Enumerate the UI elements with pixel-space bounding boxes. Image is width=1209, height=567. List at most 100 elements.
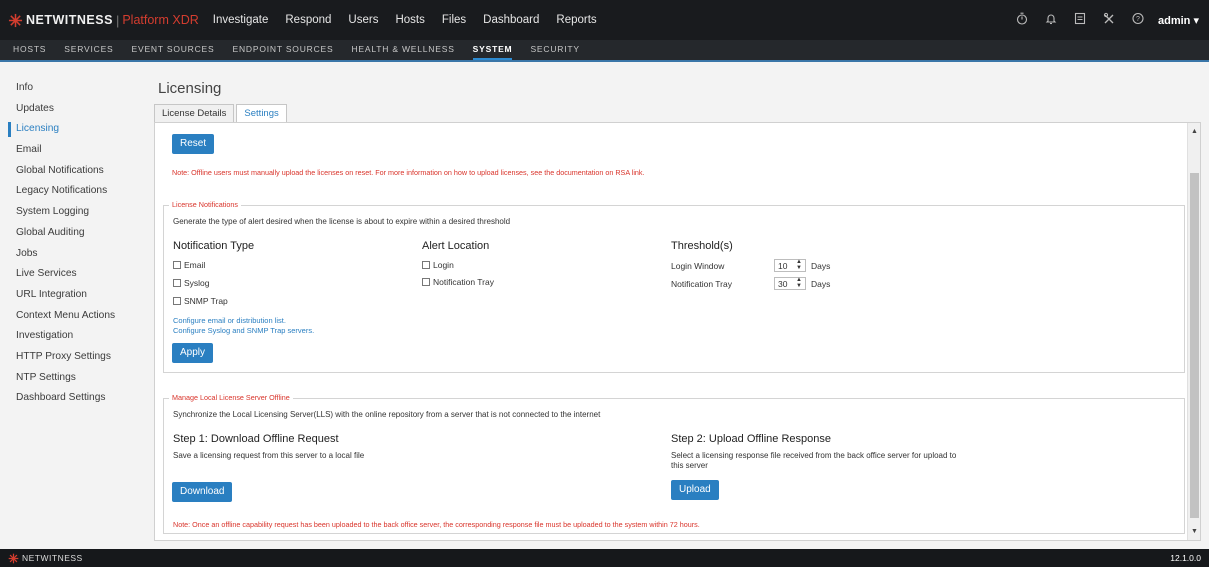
licensing-tabs: License Details Settings [154, 104, 289, 123]
subnav-security[interactable]: SECURITY [530, 40, 579, 60]
license-notifications-description: Generate the type of alert desired when … [173, 217, 511, 226]
main-nav-reports[interactable]: Reports [556, 14, 596, 26]
subnav-hosts[interactable]: HOSTS [13, 40, 46, 60]
login-checkbox-label: Login [433, 260, 454, 270]
checkbox-icon [173, 297, 181, 305]
offline-note: Note: Once an offline capability request… [173, 520, 700, 529]
email-checkbox[interactable]: Email [173, 260, 205, 270]
main-nav-users[interactable]: Users [348, 14, 378, 26]
configure-email-link[interactable]: Configure email or distribution list. [173, 316, 286, 325]
notification-tray-threshold-label: Notification Tray [671, 279, 732, 289]
apply-button[interactable]: Apply [172, 343, 214, 363]
sidebar-item-global-auditing[interactable]: Global Auditing [8, 223, 143, 244]
subnav-services[interactable]: SERVICES [64, 40, 113, 60]
sidebar-item-dashboard-settings[interactable]: Dashboard Settings [8, 388, 143, 409]
sidebar-item-system-logging[interactable]: System Logging [8, 202, 143, 223]
help-icon[interactable]: ? [1126, 12, 1150, 28]
sidebar-item-legacy-notifications[interactable]: Legacy Notifications [8, 181, 143, 202]
footer-brand-name: NETWITNESS [22, 553, 83, 563]
netwitness-logo-icon [8, 553, 19, 563]
bell-icon[interactable] [1039, 12, 1063, 28]
license-notifications-section: License Notifications Generate the type … [163, 200, 1185, 373]
download-button[interactable]: Download [172, 482, 233, 502]
footer-brand: NETWITNESS [8, 553, 83, 564]
reset-button[interactable]: Reset [172, 134, 215, 154]
scroll-down-icon[interactable]: ▼ [1188, 528, 1200, 535]
login-window-stepper[interactable]: 10 ▲ ▼ [774, 259, 806, 272]
notification-tray-checkbox-label: Notification Tray [433, 277, 494, 287]
notification-type-heading: Notification Type [173, 240, 255, 252]
checkbox-icon [422, 261, 430, 269]
offline-section-legend: Manage Local License Server Offline [169, 393, 293, 402]
notification-tray-unit: Days [811, 279, 831, 289]
sidebar-item-jobs[interactable]: Jobs [8, 244, 143, 265]
subnav-system[interactable]: SYSTEM [472, 40, 513, 60]
upload-button[interactable]: Upload [671, 480, 719, 500]
login-window-label: Login Window [671, 261, 725, 271]
sidebar-item-investigation[interactable]: Investigation [8, 326, 143, 347]
subnav-endpoint-sources[interactable]: ENDPOINT SOURCES [233, 40, 334, 60]
stepper-arrows-icon[interactable]: ▲ ▼ [796, 277, 802, 289]
offline-section-description: Synchronize the Local Licensing Server(L… [173, 410, 601, 419]
syslog-checkbox-label: Syslog [184, 278, 210, 288]
main-nav-files[interactable]: Files [442, 14, 466, 26]
syslog-checkbox[interactable]: Syslog [173, 278, 210, 288]
sidebar-item-global-notifications[interactable]: Global Notifications [8, 161, 143, 182]
version-label: 12.1.0.0 [1170, 553, 1201, 563]
sidebar-item-http-proxy-settings[interactable]: HTTP Proxy Settings [8, 347, 143, 368]
step2-description-line2: this server [671, 461, 708, 470]
tab-license-details[interactable]: License Details [154, 104, 235, 123]
offline-license-server-section: Manage Local License Server Offline Sync… [163, 393, 1185, 534]
page-title: Licensing [158, 80, 222, 97]
scroll-thumb[interactable] [1190, 173, 1199, 518]
notes-icon[interactable] [1068, 12, 1092, 28]
stepper-arrows-icon[interactable]: ▲ ▼ [796, 259, 802, 271]
notification-tray-stepper[interactable]: 30 ▲ ▼ [774, 277, 806, 290]
main-nav-respond[interactable]: Respond [285, 14, 331, 26]
sidebar-item-info[interactable]: Info [8, 78, 143, 99]
main-nav: Investigate Respond Users Hosts Files Da… [213, 14, 614, 26]
system-sidebar: Info Updates Licensing Email Global Noti… [8, 78, 143, 409]
chevron-down-icon: ▾ [1193, 14, 1199, 27]
sidebar-item-live-services[interactable]: Live Services [8, 264, 143, 285]
brand[interactable]: NETWITNESS | Platform XDR [0, 0, 199, 40]
top-navigation-bar: NETWITNESS | Platform XDR Investigate Re… [0, 0, 1209, 40]
sidebar-item-url-integration[interactable]: URL Integration [8, 285, 143, 306]
scroll-up-icon[interactable]: ▲ [1188, 128, 1200, 135]
snmp-trap-checkbox-label: SNMP Trap [184, 296, 228, 306]
subnav-event-sources[interactable]: EVENT SOURCES [132, 40, 215, 60]
notification-tray-value: 30 [778, 278, 788, 289]
snmp-trap-checkbox[interactable]: SNMP Trap [173, 296, 228, 306]
thresholds-heading: Threshold(s) [671, 240, 733, 252]
license-notifications-legend: License Notifications [169, 200, 241, 209]
user-menu[interactable]: admin ▾ [1158, 14, 1199, 27]
login-window-value: 10 [778, 260, 788, 271]
tab-settings[interactable]: Settings [236, 104, 287, 123]
tools-icon[interactable] [1097, 12, 1121, 28]
checkbox-icon [173, 279, 181, 287]
main-nav-hosts[interactable]: Hosts [395, 14, 424, 26]
checkbox-icon [422, 278, 430, 286]
sidebar-item-updates[interactable]: Updates [8, 99, 143, 120]
alert-location-heading: Alert Location [422, 240, 490, 252]
login-checkbox[interactable]: Login [422, 260, 454, 270]
svg-text:?: ? [1136, 16, 1140, 23]
brand-separator: | [115, 12, 120, 28]
main-nav-investigate[interactable]: Investigate [213, 14, 269, 26]
subnav-health-wellness[interactable]: HEALTH & WELLNESS [351, 40, 454, 60]
timer-icon[interactable] [1010, 12, 1034, 28]
reset-note: Note: Offline users must manually upload… [172, 168, 645, 177]
main-nav-dashboard[interactable]: Dashboard [483, 14, 539, 26]
user-name: admin [1158, 14, 1191, 27]
sidebar-item-email[interactable]: Email [8, 140, 143, 161]
sidebar-item-licensing[interactable]: Licensing [8, 119, 143, 140]
panel-scrollbar[interactable]: ▲ ▼ [1187, 123, 1200, 540]
sidebar-item-ntp-settings[interactable]: NTP Settings [8, 368, 143, 389]
configure-syslog-snmp-link[interactable]: Configure Syslog and SNMP Trap servers. [173, 326, 314, 335]
notification-tray-checkbox[interactable]: Notification Tray [422, 277, 494, 287]
top-icons: ? admin ▾ [1005, 0, 1199, 40]
brand-product: Platform XDR [122, 13, 199, 27]
step1-title: Step 1: Download Offline Request [173, 433, 339, 445]
login-window-unit: Days [811, 261, 831, 271]
sidebar-item-context-menu-actions[interactable]: Context Menu Actions [8, 306, 143, 327]
